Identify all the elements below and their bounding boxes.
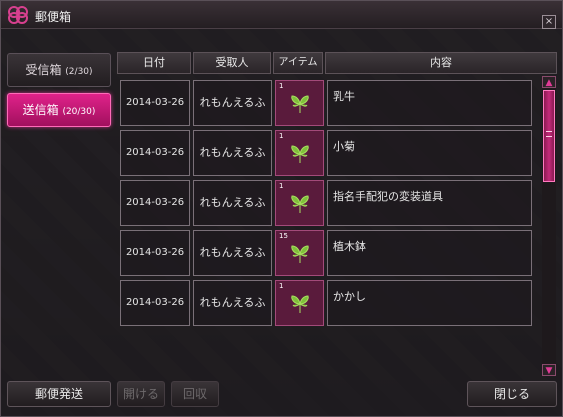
mail-list: 2014-03-26 れもんえるふ 1 乳牛 2014-03-26 れもんえるふ… [117,76,540,376]
row-item-slot[interactable]: 1 [275,130,324,176]
row-content: かかし [327,280,532,326]
row-date: 2014-03-26 [120,180,190,226]
close-icon[interactable]: × [542,15,556,29]
row-item-slot[interactable]: 1 [275,80,324,126]
row-date: 2014-03-26 [120,130,190,176]
column-header-item[interactable]: アイテム [273,52,323,74]
row-date: 2014-03-26 [120,280,190,326]
item-quantity: 1 [279,82,284,90]
tab-inbox-count: (2/30) [65,67,93,77]
table-row[interactable]: 2014-03-26 れもんえるふ 1 乳牛 [120,80,532,126]
row-item-slot[interactable]: 15 [275,230,324,276]
leaf-item-icon [291,95,309,113]
leaf-item-icon [291,195,309,213]
grip-icon [546,131,552,137]
item-quantity: 15 [279,232,288,240]
tab-inbox-label: 受信箱 [25,63,62,77]
table-row[interactable]: 2014-03-26 れもんえるふ 1 指名手配犯の変装道具 [120,180,532,226]
scrollbar[interactable]: ▲ ▼ [542,76,556,376]
tab-outbox[interactable]: 送信箱 (20/30) [7,93,111,127]
send-mail-button[interactable]: 郵便発送 [7,381,111,407]
item-quantity: 1 [279,282,284,290]
open-button[interactable]: 開ける [117,381,165,407]
table-row[interactable]: 2014-03-26 れもんえるふ 1 小菊 [120,130,532,176]
tab-inbox[interactable]: 受信箱 (2/30) [7,53,111,87]
tab-outbox-count: (20/30) [62,107,96,117]
row-recipient: れもんえるふ [193,180,272,226]
mailbox-window: 郵便箱 × 受信箱 (2/30) 送信箱 (20/30) 日付 受取人 アイテム… [0,0,563,417]
title-bar[interactable]: 郵便箱 [1,1,562,29]
item-quantity: 1 [279,182,284,190]
row-content: 指名手配犯の変装道具 [327,180,532,226]
close-button[interactable]: 閉じる [467,381,557,407]
table-row[interactable]: 2014-03-26 れもんえるふ 1 かかし [120,280,532,326]
recover-button[interactable]: 回収 [171,381,219,407]
scroll-down-icon[interactable]: ▼ [542,364,556,376]
column-header-date[interactable]: 日付 [117,52,191,74]
row-recipient: れもんえるふ [193,80,272,126]
row-content: 乳牛 [327,80,532,126]
row-item-slot[interactable]: 1 [275,180,324,226]
row-date: 2014-03-26 [120,80,190,126]
item-quantity: 1 [279,132,284,140]
leaf-item-icon [291,145,309,163]
scroll-thumb[interactable] [543,90,555,182]
row-recipient: れもんえるふ [193,130,272,176]
column-header-recipient[interactable]: 受取人 [193,52,271,74]
table-header: 日付 受取人 アイテム 内容 [117,52,557,74]
table-row[interactable]: 2014-03-26 れもんえるふ 15 植木鉢 [120,230,532,276]
row-recipient: れもんえるふ [193,230,272,276]
row-item-slot[interactable]: 1 [275,280,324,326]
scroll-up-icon[interactable]: ▲ [542,76,556,88]
window-title: 郵便箱 [35,10,72,24]
tab-outbox-label: 送信箱 [22,103,59,117]
column-header-content[interactable]: 内容 [325,52,557,74]
row-recipient: れもんえるふ [193,280,272,326]
row-content: 植木鉢 [327,230,532,276]
mailbox-emblem-icon [8,6,28,24]
leaf-item-icon [291,245,309,263]
row-content: 小菊 [327,130,532,176]
leaf-item-icon [291,295,309,313]
row-date: 2014-03-26 [120,230,190,276]
